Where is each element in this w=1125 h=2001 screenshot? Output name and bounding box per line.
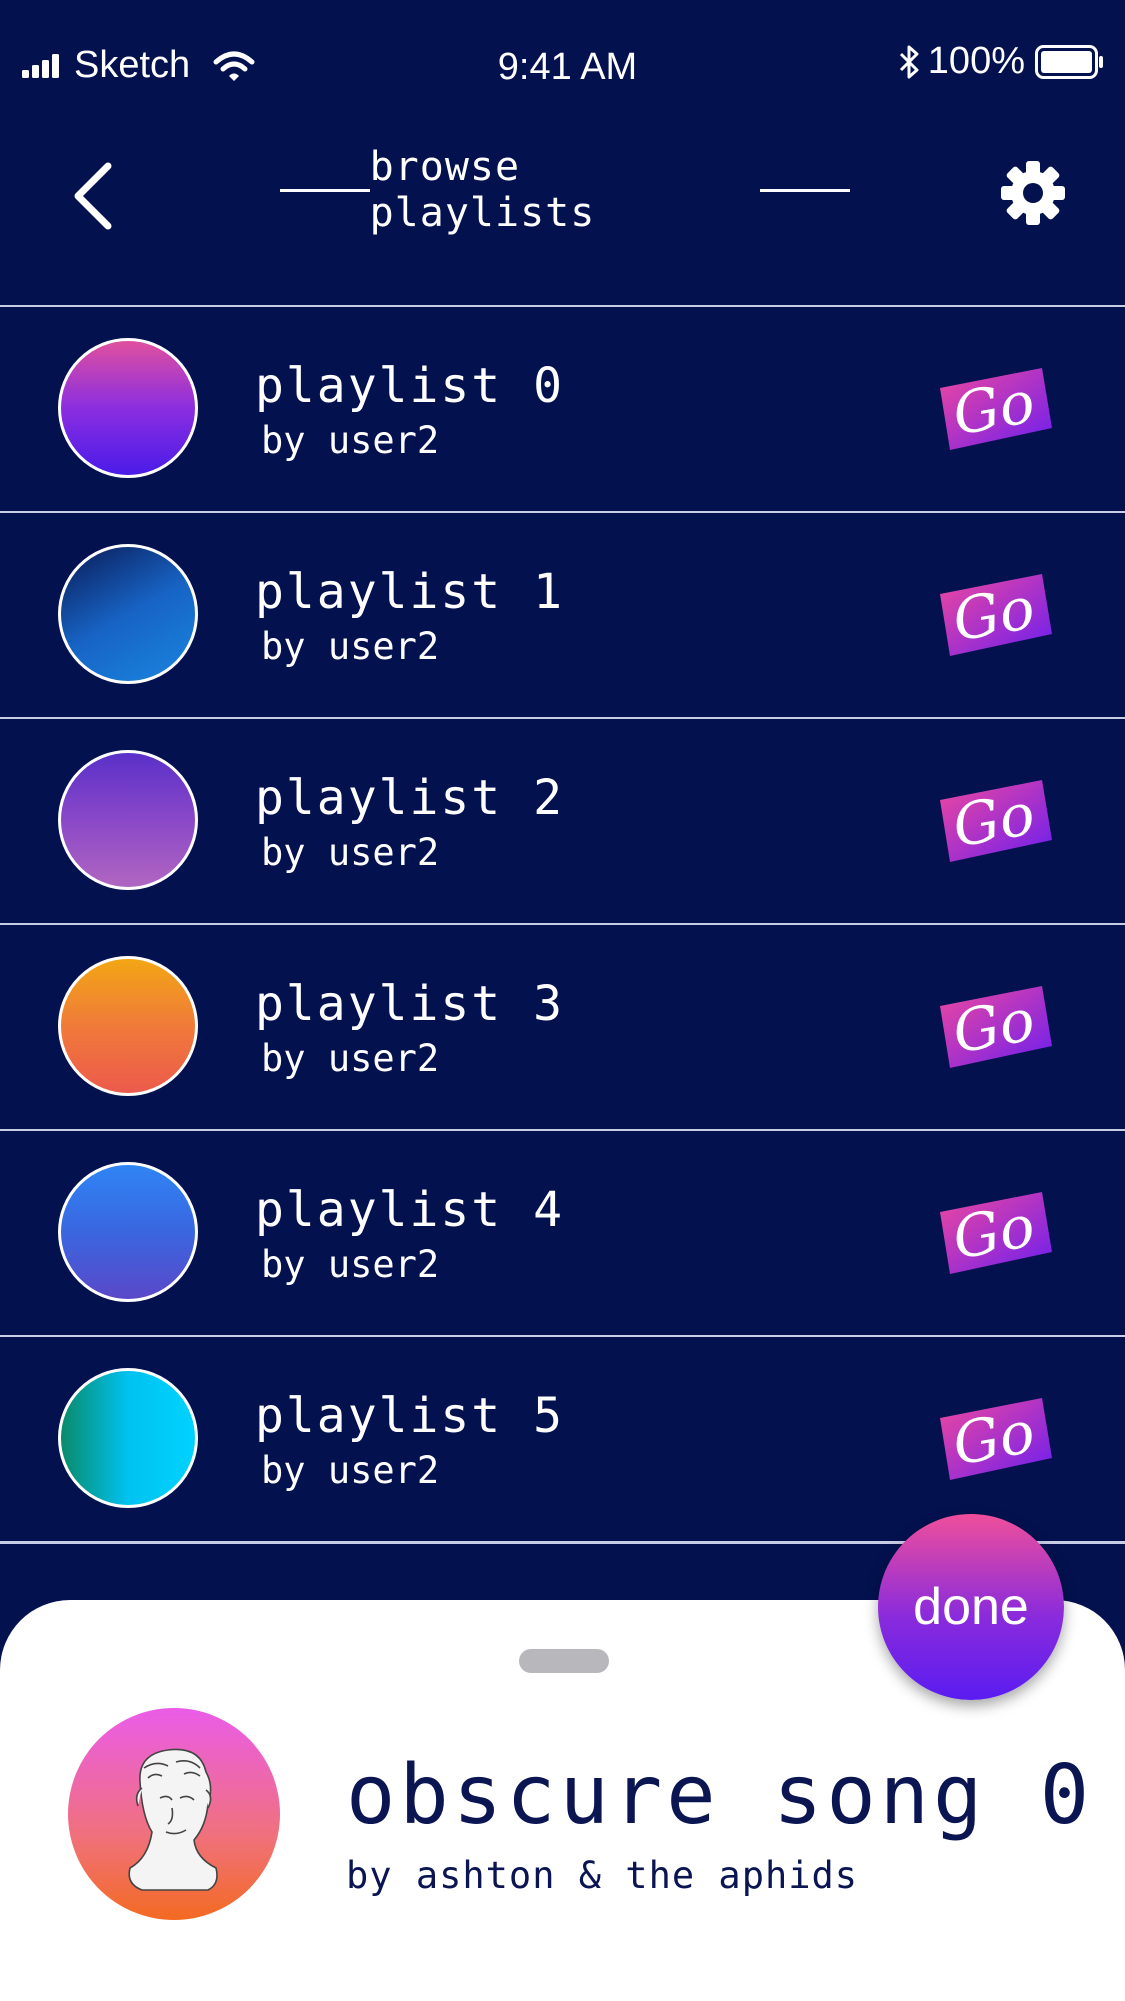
playlist-owner: by user2: [261, 625, 440, 668]
playlist-cover: [58, 338, 198, 478]
go-label: Go: [948, 985, 1040, 1066]
playlist-owner: by user2: [261, 831, 440, 874]
go-badge-icon: Go: [940, 779, 1052, 862]
go-button[interactable]: Go: [936, 776, 1056, 866]
go-label: Go: [948, 1191, 1040, 1272]
go-badge-icon: Go: [940, 573, 1052, 656]
playlist-text: playlist 1 by user2: [255, 565, 564, 668]
now-playing-artist: by ashton & the aphids: [346, 1854, 859, 1897]
playlist-row[interactable]: playlist 5 by user2 Go: [0, 1335, 1125, 1541]
playlist-owner: by user2: [261, 1449, 440, 1492]
page-title: browse playlists: [369, 144, 596, 236]
playlist-title: playlist 2: [255, 770, 564, 826]
playlist-text: playlist 3 by user2: [255, 977, 564, 1080]
bluetooth-icon: [899, 45, 919, 78]
battery-percent: 100%: [927, 40, 1025, 82]
playlist-cover: [58, 1162, 198, 1302]
status-right: 100%: [898, 40, 1105, 83]
go-badge-icon: Go: [940, 985, 1052, 1068]
page-title-group: browse playlists: [280, 144, 850, 236]
playlist-cover: [58, 750, 198, 890]
playlist-owner: by user2: [261, 1037, 440, 1080]
playlist-text: playlist 5 by user2: [255, 1389, 564, 1492]
go-label: Go: [948, 367, 1040, 448]
go-button[interactable]: Go: [936, 982, 1056, 1072]
playlist-owner: by user2: [261, 419, 440, 462]
playlist-title: playlist 1: [255, 564, 564, 620]
go-label: Go: [948, 1397, 1040, 1478]
statue-head-icon: [128, 1748, 218, 1891]
battery-icon: [1035, 44, 1103, 79]
playlist-title: playlist 3: [255, 976, 564, 1032]
back-button[interactable]: [68, 158, 128, 238]
gear-icon: [1001, 161, 1065, 225]
settings-button[interactable]: [998, 158, 1068, 228]
go-label: Go: [948, 779, 1040, 860]
playlist-text: playlist 4 by user2: [255, 1183, 564, 1286]
done-button[interactable]: done: [878, 1514, 1064, 1700]
playlist-row[interactable]: playlist 4 by user2 Go: [0, 1129, 1125, 1335]
go-badge-icon: Go: [940, 367, 1052, 450]
screen: Sketch 9:41 AM 100% browse playlists pla…: [0, 0, 1125, 2001]
sheet-drag-handle[interactable]: [519, 1649, 609, 1673]
go-button[interactable]: Go: [936, 1394, 1056, 1484]
go-button[interactable]: Go: [936, 364, 1056, 454]
go-badge-icon: Go: [940, 1397, 1052, 1480]
playlist-list: playlist 0 by user2 Go playlist 1 by user2 Go…: [0, 305, 1125, 1544]
top-nav: browse playlists: [0, 130, 1125, 305]
playlist-cover: [58, 956, 198, 1096]
chevron-left-icon: [74, 162, 112, 230]
playlist-text: playlist 0 by user2: [255, 359, 564, 462]
playlist-cover: [58, 1368, 198, 1508]
now-playing-title: obscure song 0: [346, 1748, 1094, 1843]
title-divider-right: [760, 188, 850, 192]
playlist-row[interactable]: playlist 1 by user2 Go: [0, 511, 1125, 717]
now-playing-cover: [68, 1708, 280, 1920]
playlist-cover: [58, 544, 198, 684]
playlist-row[interactable]: playlist 3 by user2 Go: [0, 923, 1125, 1129]
go-button[interactable]: Go: [936, 570, 1056, 660]
playlist-row[interactable]: playlist 0 by user2 Go: [0, 305, 1125, 511]
status-bar: Sketch 9:41 AM 100%: [0, 0, 1125, 130]
go-button[interactable]: Go: [936, 1188, 1056, 1278]
title-divider-left: [280, 188, 370, 192]
playlist-row[interactable]: playlist 2 by user2 Go: [0, 717, 1125, 923]
playlist-owner: by user2: [261, 1243, 440, 1286]
playlist-title: playlist 0: [255, 358, 564, 414]
playlist-text: playlist 2 by user2: [255, 771, 564, 874]
playlist-title: playlist 5: [255, 1388, 564, 1444]
playlist-title: playlist 4: [255, 1182, 564, 1238]
go-badge-icon: Go: [940, 1191, 1052, 1274]
go-label: Go: [948, 573, 1040, 654]
